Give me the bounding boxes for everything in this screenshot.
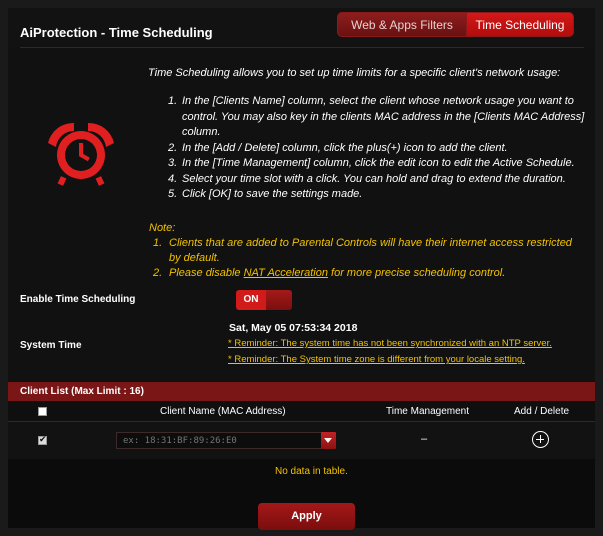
step-number: 2. <box>168 141 178 154</box>
tab-time-scheduling[interactable]: Time Scheduling <box>466 12 574 37</box>
system-time-label: System Time <box>20 340 82 351</box>
step-text: Select your time slot with a click. You … <box>182 172 566 185</box>
row-checkbox[interactable] <box>38 434 47 445</box>
title-divider <box>20 47 584 48</box>
note-heading: Note: <box>149 222 176 234</box>
page-title: AiProtection - Time Scheduling <box>20 25 213 40</box>
note-text: Please disable <box>169 267 244 280</box>
instructions-list: 1. In the [Clients Name] column, select t… <box>168 94 588 203</box>
notes-list: 1. Clients that are added to Parental Con… <box>153 236 583 282</box>
note-text: for more precise scheduling control. <box>327 267 506 280</box>
column-add-delete: Add / Delete <box>514 406 570 417</box>
client-dropdown-button[interactable] <box>321 432 336 449</box>
note-number: 2. <box>153 267 163 280</box>
instruction-step: 4. Select your time slot with a click. Yo… <box>168 172 588 188</box>
step-text: Click [OK] to save the settings made. <box>182 188 363 200</box>
step-text: In the [Clients Name] column, select the… <box>182 95 585 138</box>
step-text: In the [Add / Delete] column, click the … <box>182 141 508 154</box>
select-all-checkbox[interactable] <box>38 407 47 416</box>
column-time-management: Time Management <box>386 406 469 417</box>
apply-button[interactable]: Apply <box>258 503 355 530</box>
instruction-step: 1. In the [Clients Name] column, select t… <box>168 94 588 141</box>
enable-scheduling-toggle[interactable]: ON <box>236 290 292 310</box>
step-text: In the [Time Management] column, click t… <box>182 157 575 169</box>
tab-web-apps-filters[interactable]: Web & Apps Filters <box>337 12 467 37</box>
description-text: Time Scheduling allows you to set up tim… <box>148 67 561 79</box>
step-number: 3. <box>168 157 178 169</box>
time-management-value: – <box>421 433 428 445</box>
note-number: 1. <box>153 237 163 249</box>
instruction-step: 3. In the [Time Management] column, click… <box>168 156 588 172</box>
toggle-state: ON <box>236 290 266 310</box>
step-number: 4. <box>168 172 178 185</box>
note-text: Clients that are added to Parental Contr… <box>169 237 572 265</box>
step-number: 1. <box>168 95 178 107</box>
client-list-header: Client List (Max Limit : 16) <box>8 382 595 401</box>
alarm-clock-icon <box>48 122 114 186</box>
system-time-value: Sat, May 05 07:53:34 2018 <box>229 322 358 334</box>
instruction-step: 2. In the [Add / Delete] column, click th… <box>168 141 588 157</box>
ntp-reminder-link[interactable]: * Reminder: The system time has not been… <box>228 338 552 349</box>
nat-acceleration-link[interactable]: NAT Acceleration <box>244 267 328 279</box>
toggle-knob <box>266 290 292 310</box>
note-item: 1. Clients that are added to Parental Con… <box>153 236 583 266</box>
tab-group: Web & Apps Filters Time Scheduling <box>337 12 574 37</box>
empty-table-message: No data in table. <box>275 466 348 477</box>
add-client-icon[interactable] <box>532 431 549 448</box>
table-column-header: Client Name (MAC Address) Time Managemen… <box>8 401 595 422</box>
enable-scheduling-label: Enable Time Scheduling <box>20 294 136 305</box>
step-number: 5. <box>168 188 178 200</box>
instruction-step: 5. Click [OK] to save the settings made. <box>168 187 588 203</box>
client-mac-input[interactable] <box>116 432 329 449</box>
timezone-reminder-link[interactable]: * Reminder: The System time zone is diff… <box>228 354 525 365</box>
note-item: 2. Please disable NAT Acceleration for mo… <box>153 266 583 281</box>
column-client-name: Client Name (MAC Address) <box>160 406 286 417</box>
